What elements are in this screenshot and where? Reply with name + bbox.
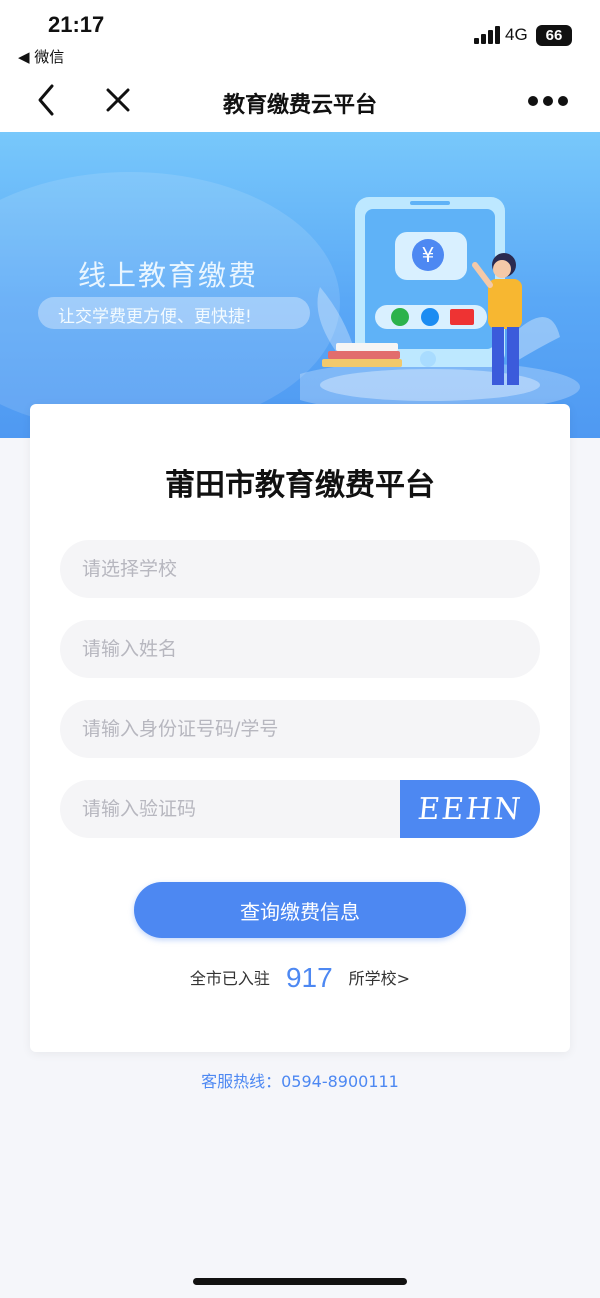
- name-input[interactable]: [60, 620, 540, 678]
- stats-prefix: 全市已入驻: [189, 969, 270, 988]
- battery-icon: 66: [536, 25, 572, 46]
- banner-headline: 线上教育缴费: [78, 259, 259, 292]
- form-title: 莆田市教育缴费平台: [165, 468, 435, 503]
- phone-payment-illustration: ¥: [300, 197, 580, 413]
- currency-glyph: ¥: [422, 243, 435, 267]
- more-button[interactable]: [525, 86, 571, 116]
- captcha-image[interactable]: EEHN: [400, 780, 540, 838]
- promo-banner: 线上教育缴费 让交学费更方便、更快捷! ¥: [0, 132, 600, 438]
- status-time: 21:17: [48, 12, 105, 37]
- school-count: 917: [285, 962, 333, 993]
- page-title: 教育缴费云平台: [222, 93, 377, 118]
- home-indicator: [193, 1278, 407, 1285]
- banner-subtitle: 让交学费更方便、更快捷!: [58, 307, 252, 327]
- status-bar: 21:17 ◀ 微信 4G 66: [0, 0, 600, 70]
- service-hotline[interactable]: 客服热线：0594-8900111: [0, 1068, 600, 1092]
- id-number-input[interactable]: [60, 700, 540, 758]
- school-stats: 全市已入驻 917 所学校>: [30, 962, 570, 994]
- back-to-wechat-link[interactable]: ◀ 微信: [18, 46, 64, 67]
- nav-bar: 教育缴费云平台: [0, 70, 600, 132]
- more-dots-icon: [528, 96, 568, 106]
- schools-link[interactable]: 所学校>: [349, 969, 410, 988]
- network-type: 4G: [505, 25, 528, 44]
- school-select-field[interactable]: [60, 540, 540, 598]
- signal-icon: [474, 26, 500, 44]
- query-payment-button[interactable]: 查询缴费信息: [134, 882, 466, 938]
- captcha-text: EEHN: [416, 792, 524, 827]
- query-form-card: 莆田市教育缴费平台 EEHN 查询缴费信息 全市已入驻 917 所学校>: [30, 404, 570, 1052]
